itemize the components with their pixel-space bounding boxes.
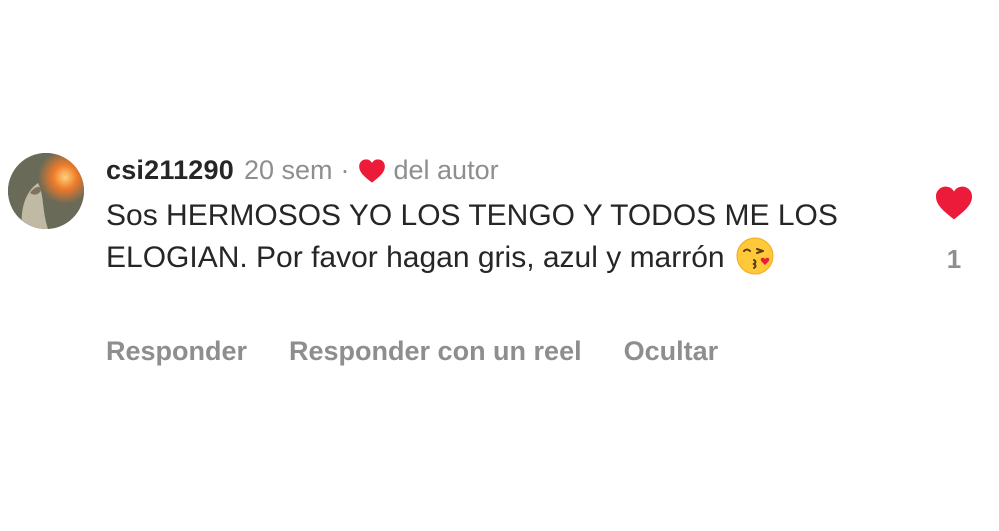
- comment-text: Sos HERMOSOS YO LOS TENGO Y TODOS ME LOS…: [106, 199, 838, 274]
- reply-with-reel-button[interactable]: Responder con un reel: [289, 336, 582, 367]
- face-blowing-kiss-icon: [736, 237, 774, 275]
- avatar-image: [8, 153, 84, 229]
- separator-dot: ·: [340, 154, 350, 185]
- avatar[interactable]: [8, 153, 84, 229]
- like-heart-icon[interactable]: [934, 185, 974, 221]
- author-like-label: del autor: [393, 154, 499, 185]
- comment: csi211290 20 sem · del autor Sos HERMOSO…: [0, 0, 999, 531]
- comment-body: Sos HERMOSOS YO LOS TENGO Y TODOS ME LOS…: [106, 196, 866, 278]
- username[interactable]: csi211290: [106, 155, 234, 186]
- reply-button[interactable]: Responder: [106, 336, 247, 367]
- hide-button[interactable]: Ocultar: [624, 336, 719, 367]
- comment-timestamp: 20 sem: [243, 154, 333, 185]
- comment-header: csi211290 20 sem · del autor: [106, 150, 499, 190]
- comment-actions: Responder Responder con un reel Ocultar: [106, 333, 760, 369]
- author-liked-heart-icon: [358, 159, 385, 183]
- like-count: 1: [946, 244, 962, 274]
